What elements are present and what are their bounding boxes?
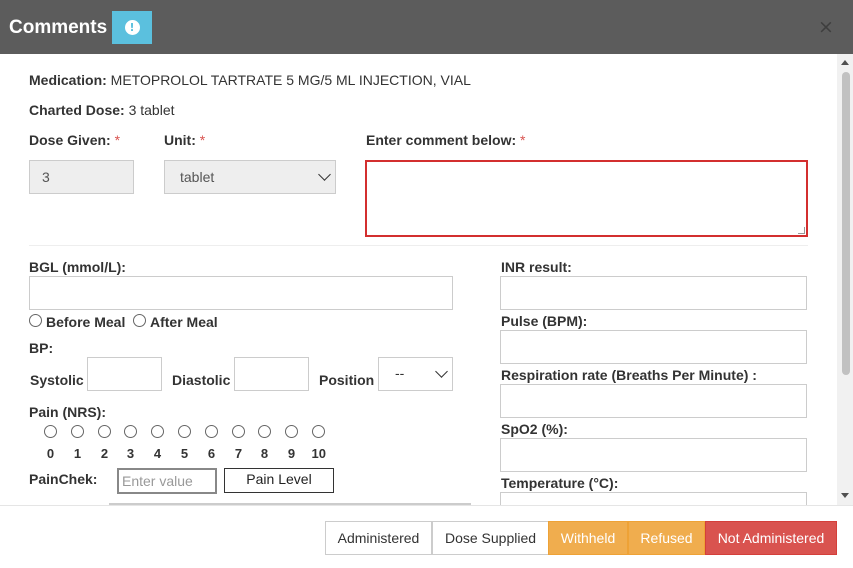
refused-button[interactable]: Refused — [628, 521, 705, 555]
pain-radio-5[interactable] — [178, 425, 191, 438]
required-marker: * — [520, 132, 526, 148]
temperature-input[interactable] — [500, 492, 807, 505]
position-select[interactable]: -- — [378, 357, 453, 391]
pain-value-label: 2 — [100, 446, 109, 461]
systolic-input[interactable] — [87, 357, 162, 391]
scroll-down-icon[interactable] — [841, 493, 849, 498]
pain-nrs-label: Pain (NRS): — [29, 404, 106, 420]
pain-radio-6[interactable] — [205, 425, 218, 438]
comment-textarea[interactable] — [365, 160, 808, 237]
pain-value-label: 4 — [153, 446, 162, 461]
after-meal-label: After Meal — [150, 314, 218, 330]
unit-label: Unit: — [164, 132, 196, 148]
inr-input[interactable] — [500, 276, 807, 310]
unit-select[interactable]: tablet — [164, 160, 336, 194]
medication-label: Medication: — [29, 72, 107, 88]
charted-dose-label: Charted Dose: — [29, 102, 125, 118]
pain-level-button[interactable]: Pain Level — [224, 468, 334, 493]
charted-dose-row: Charted Dose: 3 tablet — [29, 102, 175, 118]
painchek-label: PainChek: — [29, 471, 98, 487]
not-administered-button[interactable]: Not Administered — [705, 521, 837, 555]
painchek-input[interactable]: Enter value — [117, 468, 217, 494]
pain-radio-0[interactable] — [44, 425, 57, 438]
position-select-value: -- — [395, 365, 405, 381]
comment-label: Enter comment below: — [366, 132, 517, 148]
close-icon[interactable]: × — [818, 16, 834, 38]
resize-handle-icon[interactable] — [798, 227, 805, 234]
bp-label: BP: — [29, 340, 54, 356]
dose-given-label: Dose Given: — [29, 132, 111, 148]
pain-value-label: 8 — [260, 446, 269, 461]
info-button[interactable]: ! — [112, 11, 152, 44]
systolic-label: Systolic — [30, 372, 84, 388]
pain-radio-8[interactable] — [258, 425, 271, 438]
pain-radio-9[interactable] — [285, 425, 298, 438]
pain-value-label: 6 — [207, 446, 216, 461]
pain-value-label: 5 — [180, 446, 189, 461]
dose-given-label-row: Dose Given: * — [29, 132, 120, 148]
inr-label: INR result: — [501, 259, 572, 275]
medication-value: METOPROLOL TARTRATE 5 MG/5 ML INJECTION,… — [110, 72, 471, 88]
diastolic-input[interactable] — [234, 357, 309, 391]
spo2-input[interactable] — [500, 438, 807, 472]
respiration-label: Respiration rate (Breaths Per Minute) : — [501, 367, 757, 383]
pain-value-label: 7 — [234, 446, 243, 461]
chevron-down-icon — [318, 168, 331, 181]
section-divider — [29, 245, 808, 246]
spo2-label: SpO2 (%): — [501, 421, 568, 437]
pain-value-label: 1 — [73, 446, 82, 461]
required-marker: * — [114, 132, 121, 148]
unit-select-value: tablet — [180, 169, 215, 185]
charted-dose-value: 3 tablet — [128, 102, 175, 118]
temperature-label: Temperature (°C): — [501, 475, 619, 491]
before-meal-label: Before Meal — [46, 314, 126, 330]
unit-label-row: Unit: * — [164, 132, 205, 148]
diastolic-label: Diastolic — [172, 372, 231, 388]
pain-value-label: 9 — [287, 446, 296, 461]
pain-value-label: 0 — [46, 446, 55, 461]
after-meal-radio[interactable] — [133, 314, 146, 327]
administered-button[interactable]: Administered — [325, 521, 432, 555]
chevron-down-icon — [435, 365, 448, 378]
pain-radio-3[interactable] — [124, 425, 137, 438]
pain-radio-1[interactable] — [71, 425, 84, 438]
respiration-input[interactable] — [500, 384, 807, 418]
before-meal-radio[interactable] — [29, 314, 42, 327]
scrollbar-thumb[interactable] — [842, 72, 850, 375]
pain-radio-7[interactable] — [232, 425, 245, 438]
pain-radio-4[interactable] — [151, 425, 164, 438]
medication-row: Medication: METOPROLOL TARTRATE 5 MG/5 M… — [29, 72, 471, 88]
pulse-input[interactable] — [500, 330, 807, 364]
pain-radio-10[interactable] — [312, 425, 325, 438]
bgl-input[interactable] — [29, 276, 453, 310]
pain-radio-2[interactable] — [98, 425, 111, 438]
info-icon: ! — [124, 20, 140, 35]
dose-supplied-button[interactable]: Dose Supplied — [432, 521, 549, 555]
position-label: Position — [319, 372, 375, 388]
dose-given-input[interactable]: 3 — [29, 160, 134, 194]
scroll-up-icon[interactable] — [841, 60, 849, 65]
modal-title: Comments — [9, 17, 108, 38]
pain-value-label: 3 — [126, 446, 135, 461]
required-marker: * — [199, 132, 206, 148]
comment-label-row: Enter comment below: * — [366, 132, 525, 148]
bgl-label: BGL (mmol/L): — [29, 259, 126, 275]
pulse-label: Pulse (BPM): — [501, 313, 588, 329]
pain-value-label: 10 — [311, 446, 326, 461]
withheld-button[interactable]: Withheld — [548, 521, 628, 555]
